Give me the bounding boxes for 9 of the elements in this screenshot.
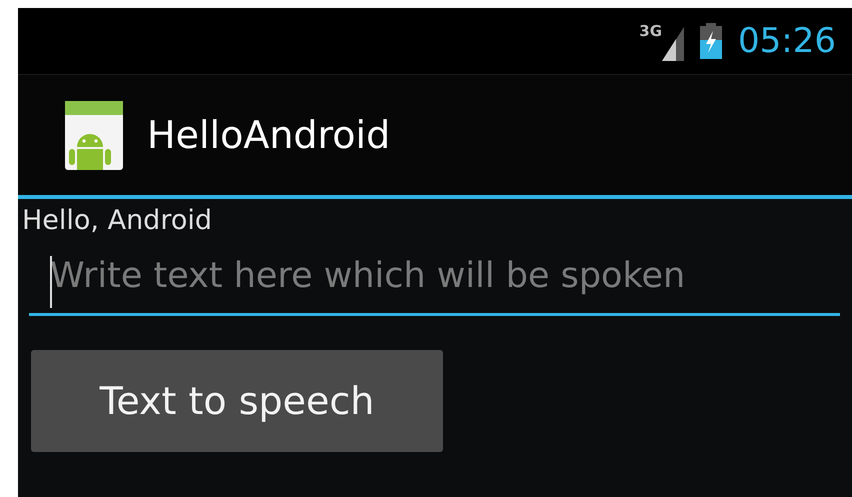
- charging-battery-icon: [700, 23, 722, 59]
- text-to-speech-button[interactable]: Text to speech: [31, 350, 443, 452]
- app-title: HelloAndroid: [147, 112, 390, 158]
- network-type: 3G: [639, 24, 662, 39]
- signal-icon: [662, 27, 684, 61]
- app-icon[interactable]: [65, 100, 123, 170]
- clock-time: 05:26: [738, 24, 836, 58]
- greeting-text: Hello, Android: [21, 204, 213, 238]
- text-input-field[interactable]: Write text here which will be spoken: [29, 244, 840, 316]
